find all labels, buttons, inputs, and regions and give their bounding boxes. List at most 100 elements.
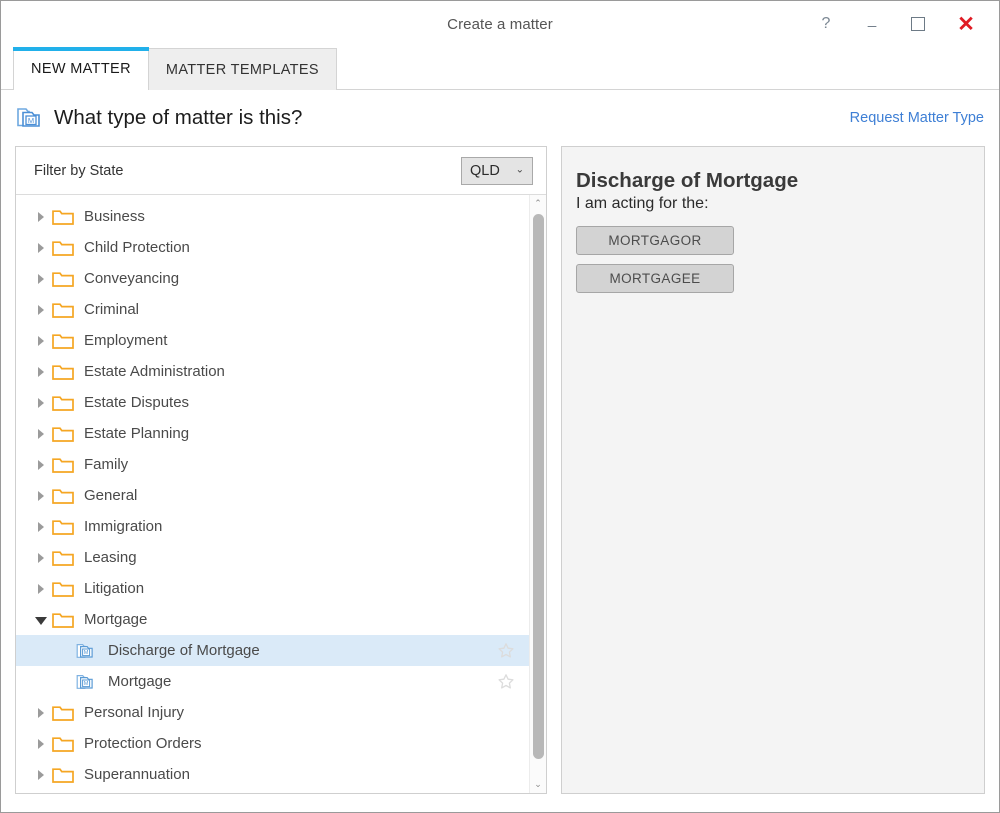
tree-row-label: Superannuation (84, 766, 190, 783)
expand-collapse-icon-open[interactable] (30, 615, 52, 625)
triangle-right-icon (38, 552, 44, 563)
tree-row[interactable]: Business (16, 201, 529, 232)
close-button[interactable]: ✕ (941, 4, 991, 44)
triangle-right-icon (38, 335, 44, 346)
tree-vertical-scrollbar[interactable]: ⌃ ⌄ (529, 195, 546, 793)
tree-row[interactable]: Leasing (16, 542, 529, 573)
tree-row[interactable]: M Discharge of Mortgage (16, 635, 529, 666)
svg-text:M: M (84, 650, 89, 656)
triangle-right-icon (38, 397, 44, 408)
folder-icon (52, 270, 74, 288)
expand-collapse-icon-closed[interactable] (30, 428, 52, 439)
tree-row[interactable]: Immigration (16, 511, 529, 542)
request-matter-type-link[interactable]: Request Matter Type (850, 110, 984, 126)
state-select-value: QLD (470, 162, 500, 179)
tree-row[interactable]: General (16, 480, 529, 511)
matter-type-icon: M (76, 642, 98, 660)
state-select[interactable]: QLD ⌄ (461, 156, 533, 185)
tree-row-label: Estate Planning (84, 425, 190, 442)
tree-row[interactable]: Conveyancing (16, 263, 529, 294)
tree-row-label: Mortgage (108, 673, 172, 690)
folder-icon (52, 487, 74, 505)
tree-row-label: Immigration (84, 518, 163, 535)
tree-row[interactable]: Estate Disputes (16, 387, 529, 418)
tree-row[interactable]: Employment (16, 325, 529, 356)
tree-row-label: Personal Injury (84, 704, 185, 721)
maximize-button[interactable] (895, 4, 941, 44)
tab-new-matter[interactable]: NEW MATTER (13, 47, 149, 91)
expand-collapse-icon-closed[interactable] (30, 273, 52, 284)
matter-details-panel: Discharge of Mortgage I am acting for th… (561, 146, 985, 794)
tree-row[interactable]: Mortgage (16, 604, 529, 635)
matter-type-tree: Business Child Protection Conveyancing Crim… (16, 195, 529, 793)
help-button[interactable]: ? (803, 4, 849, 44)
tree-row[interactable]: Child Protection (16, 232, 529, 263)
expand-collapse-icon-closed[interactable] (30, 707, 52, 718)
title-bar: Create a matter ? _ ✕ (1, 1, 999, 47)
expand-collapse-icon-closed[interactable] (30, 490, 52, 501)
tree-row[interactable]: M Mortgage (16, 666, 529, 697)
tree-row-label: Litigation (84, 580, 145, 597)
tab-matter-templates[interactable]: MATTER TEMPLATES (147, 48, 337, 90)
tree-row-label: Business (84, 208, 145, 225)
tree-row[interactable]: Family (16, 449, 529, 480)
triangle-right-icon (38, 366, 44, 377)
expand-collapse-icon-closed[interactable] (30, 397, 52, 408)
tree-row[interactable]: Criminal (16, 294, 529, 325)
scrollbar-thumb[interactable] (532, 214, 544, 759)
folder-icon (52, 239, 74, 257)
role-button-mortgagee[interactable]: MORTGAGEE (576, 264, 734, 293)
tree-row[interactable]: Superannuation (16, 759, 529, 790)
tree-row[interactable]: Litigation (16, 573, 529, 604)
triangle-right-icon (38, 459, 44, 470)
role-button-mortgagor[interactable]: MORTGAGOR (576, 226, 734, 255)
tree-row-label: Protection Orders (84, 735, 202, 752)
minimize-button[interactable]: _ (849, 4, 895, 44)
tree-row[interactable]: Personal Injury (16, 697, 529, 728)
expand-collapse-icon-closed[interactable] (30, 738, 52, 749)
folder-icon (52, 611, 74, 629)
expand-collapse-icon-closed[interactable] (30, 304, 52, 315)
tree-row-label: Mortgage (84, 611, 148, 628)
window-controls: ? _ ✕ (803, 1, 991, 47)
expand-collapse-icon-closed[interactable] (30, 211, 52, 222)
expand-collapse-icon-closed[interactable] (30, 521, 52, 532)
expand-collapse-icon-closed[interactable] (30, 552, 52, 563)
maximize-icon (911, 17, 925, 31)
tree-row[interactable]: Estate Administration (16, 356, 529, 387)
tree-scroll-region: Business Child Protection Conveyancing Crim… (16, 195, 546, 793)
expand-collapse-icon-closed[interactable] (30, 583, 52, 594)
expand-collapse-icon-closed[interactable] (30, 335, 52, 346)
tree-row-label: General (84, 487, 138, 504)
scroll-down-arrow-icon[interactable]: ⌄ (530, 776, 547, 793)
expand-collapse-icon-closed[interactable] (30, 769, 52, 780)
triangle-right-icon (38, 738, 44, 749)
tree-row-label: Family (84, 456, 129, 473)
scrollbar-track[interactable] (530, 212, 547, 776)
triangle-right-icon (38, 521, 44, 532)
tree-row-label: Discharge of Mortgage (108, 642, 260, 659)
folder-icon (52, 766, 74, 784)
favourite-star-icon[interactable] (497, 642, 515, 660)
tree-row[interactable]: Protection Orders (16, 728, 529, 759)
favourite-star-icon[interactable] (497, 673, 515, 691)
details-subtitle: I am acting for the: (576, 195, 709, 212)
filter-by-state-row: Filter by State QLD ⌄ (16, 147, 546, 195)
folder-icon (52, 363, 74, 381)
expand-collapse-icon-closed[interactable] (30, 242, 52, 253)
triangle-down-icon (35, 616, 47, 625)
matter-type-tree-panel: Filter by State QLD ⌄ Business Child Prot… (15, 146, 547, 794)
folder-icon (52, 549, 74, 567)
tree-row-label: Estate Administration (84, 363, 225, 380)
scroll-up-arrow-icon[interactable]: ⌃ (530, 195, 547, 212)
folder-icon (52, 518, 74, 536)
expand-collapse-icon-closed[interactable] (30, 366, 52, 377)
triangle-right-icon (38, 583, 44, 594)
page-title: What type of matter is this? (54, 106, 303, 129)
tree-row-label: Criminal (84, 301, 140, 318)
tree-row[interactable]: Estate Planning (16, 418, 529, 449)
folder-icon (52, 332, 74, 350)
tree-row-label: Conveyancing (84, 270, 180, 287)
filter-by-state-label: Filter by State (34, 162, 124, 179)
expand-collapse-icon-closed[interactable] (30, 459, 52, 470)
